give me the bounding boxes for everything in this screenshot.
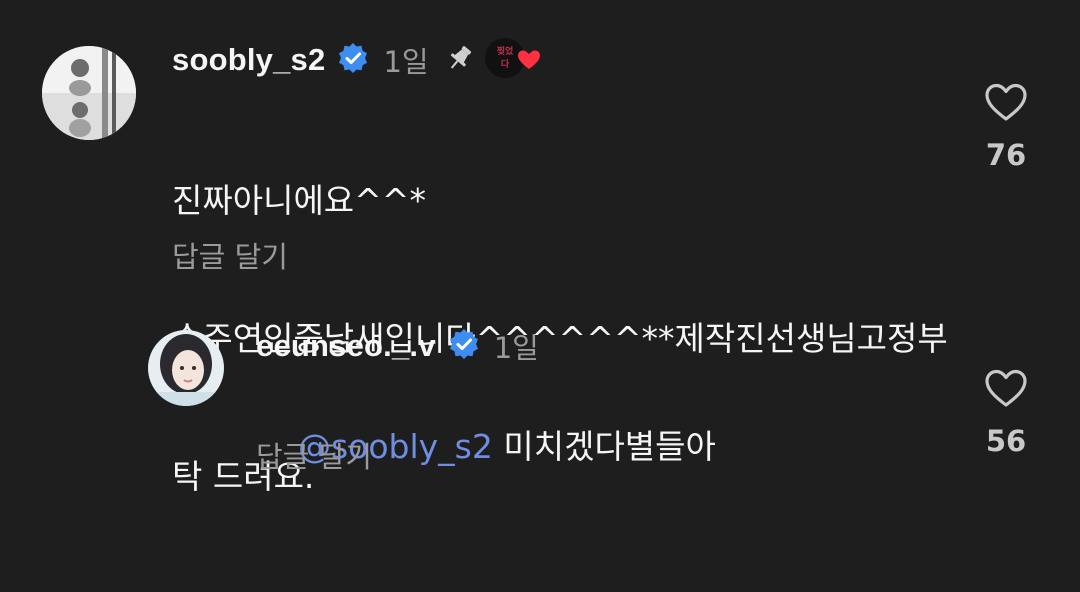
comment-1: soobly_s2 1일 찢었 다 진짜아니에요^^* 손주연인중남새입니다^^… bbox=[0, 0, 1080, 496]
comment-header: eeunseo._.v 1일 bbox=[256, 326, 539, 366]
reply-button[interactable]: 답글 달기 bbox=[256, 434, 372, 476]
verified-badge-icon bbox=[337, 42, 369, 78]
comment-2: eeunseo._.v 1일 @soobly_s2 미치겠다별들아 답글 달기 … bbox=[0, 300, 1080, 492]
svg-text:찢었: 찢었 bbox=[496, 45, 513, 57]
comment-text-body: 미치겠다별들아 bbox=[492, 427, 716, 466]
like-count: 56 bbox=[985, 424, 1027, 458]
sticker-image[interactable]: 찢었 다 bbox=[484, 37, 541, 83]
timestamp: 1일 bbox=[383, 45, 429, 79]
username[interactable]: eeunseo._.v bbox=[256, 328, 436, 364]
timestamp: 1일 bbox=[493, 331, 539, 365]
heart-outline-icon[interactable] bbox=[984, 82, 1028, 126]
svg-text:다: 다 bbox=[500, 58, 509, 70]
heart-outline-icon[interactable] bbox=[984, 368, 1028, 412]
comment-header: soobly_s2 1일 찢었 다 bbox=[172, 37, 541, 83]
verified-badge-icon bbox=[448, 328, 480, 364]
like-count: 76 bbox=[985, 138, 1027, 172]
avatar[interactable] bbox=[42, 46, 136, 140]
reply-button[interactable]: 답글 달기 bbox=[172, 234, 288, 276]
comment-text-line: 진짜아니에요^^* bbox=[172, 181, 426, 220]
username[interactable]: soobly_s2 bbox=[172, 42, 325, 78]
pin-icon bbox=[445, 43, 475, 77]
avatar[interactable] bbox=[148, 330, 224, 406]
